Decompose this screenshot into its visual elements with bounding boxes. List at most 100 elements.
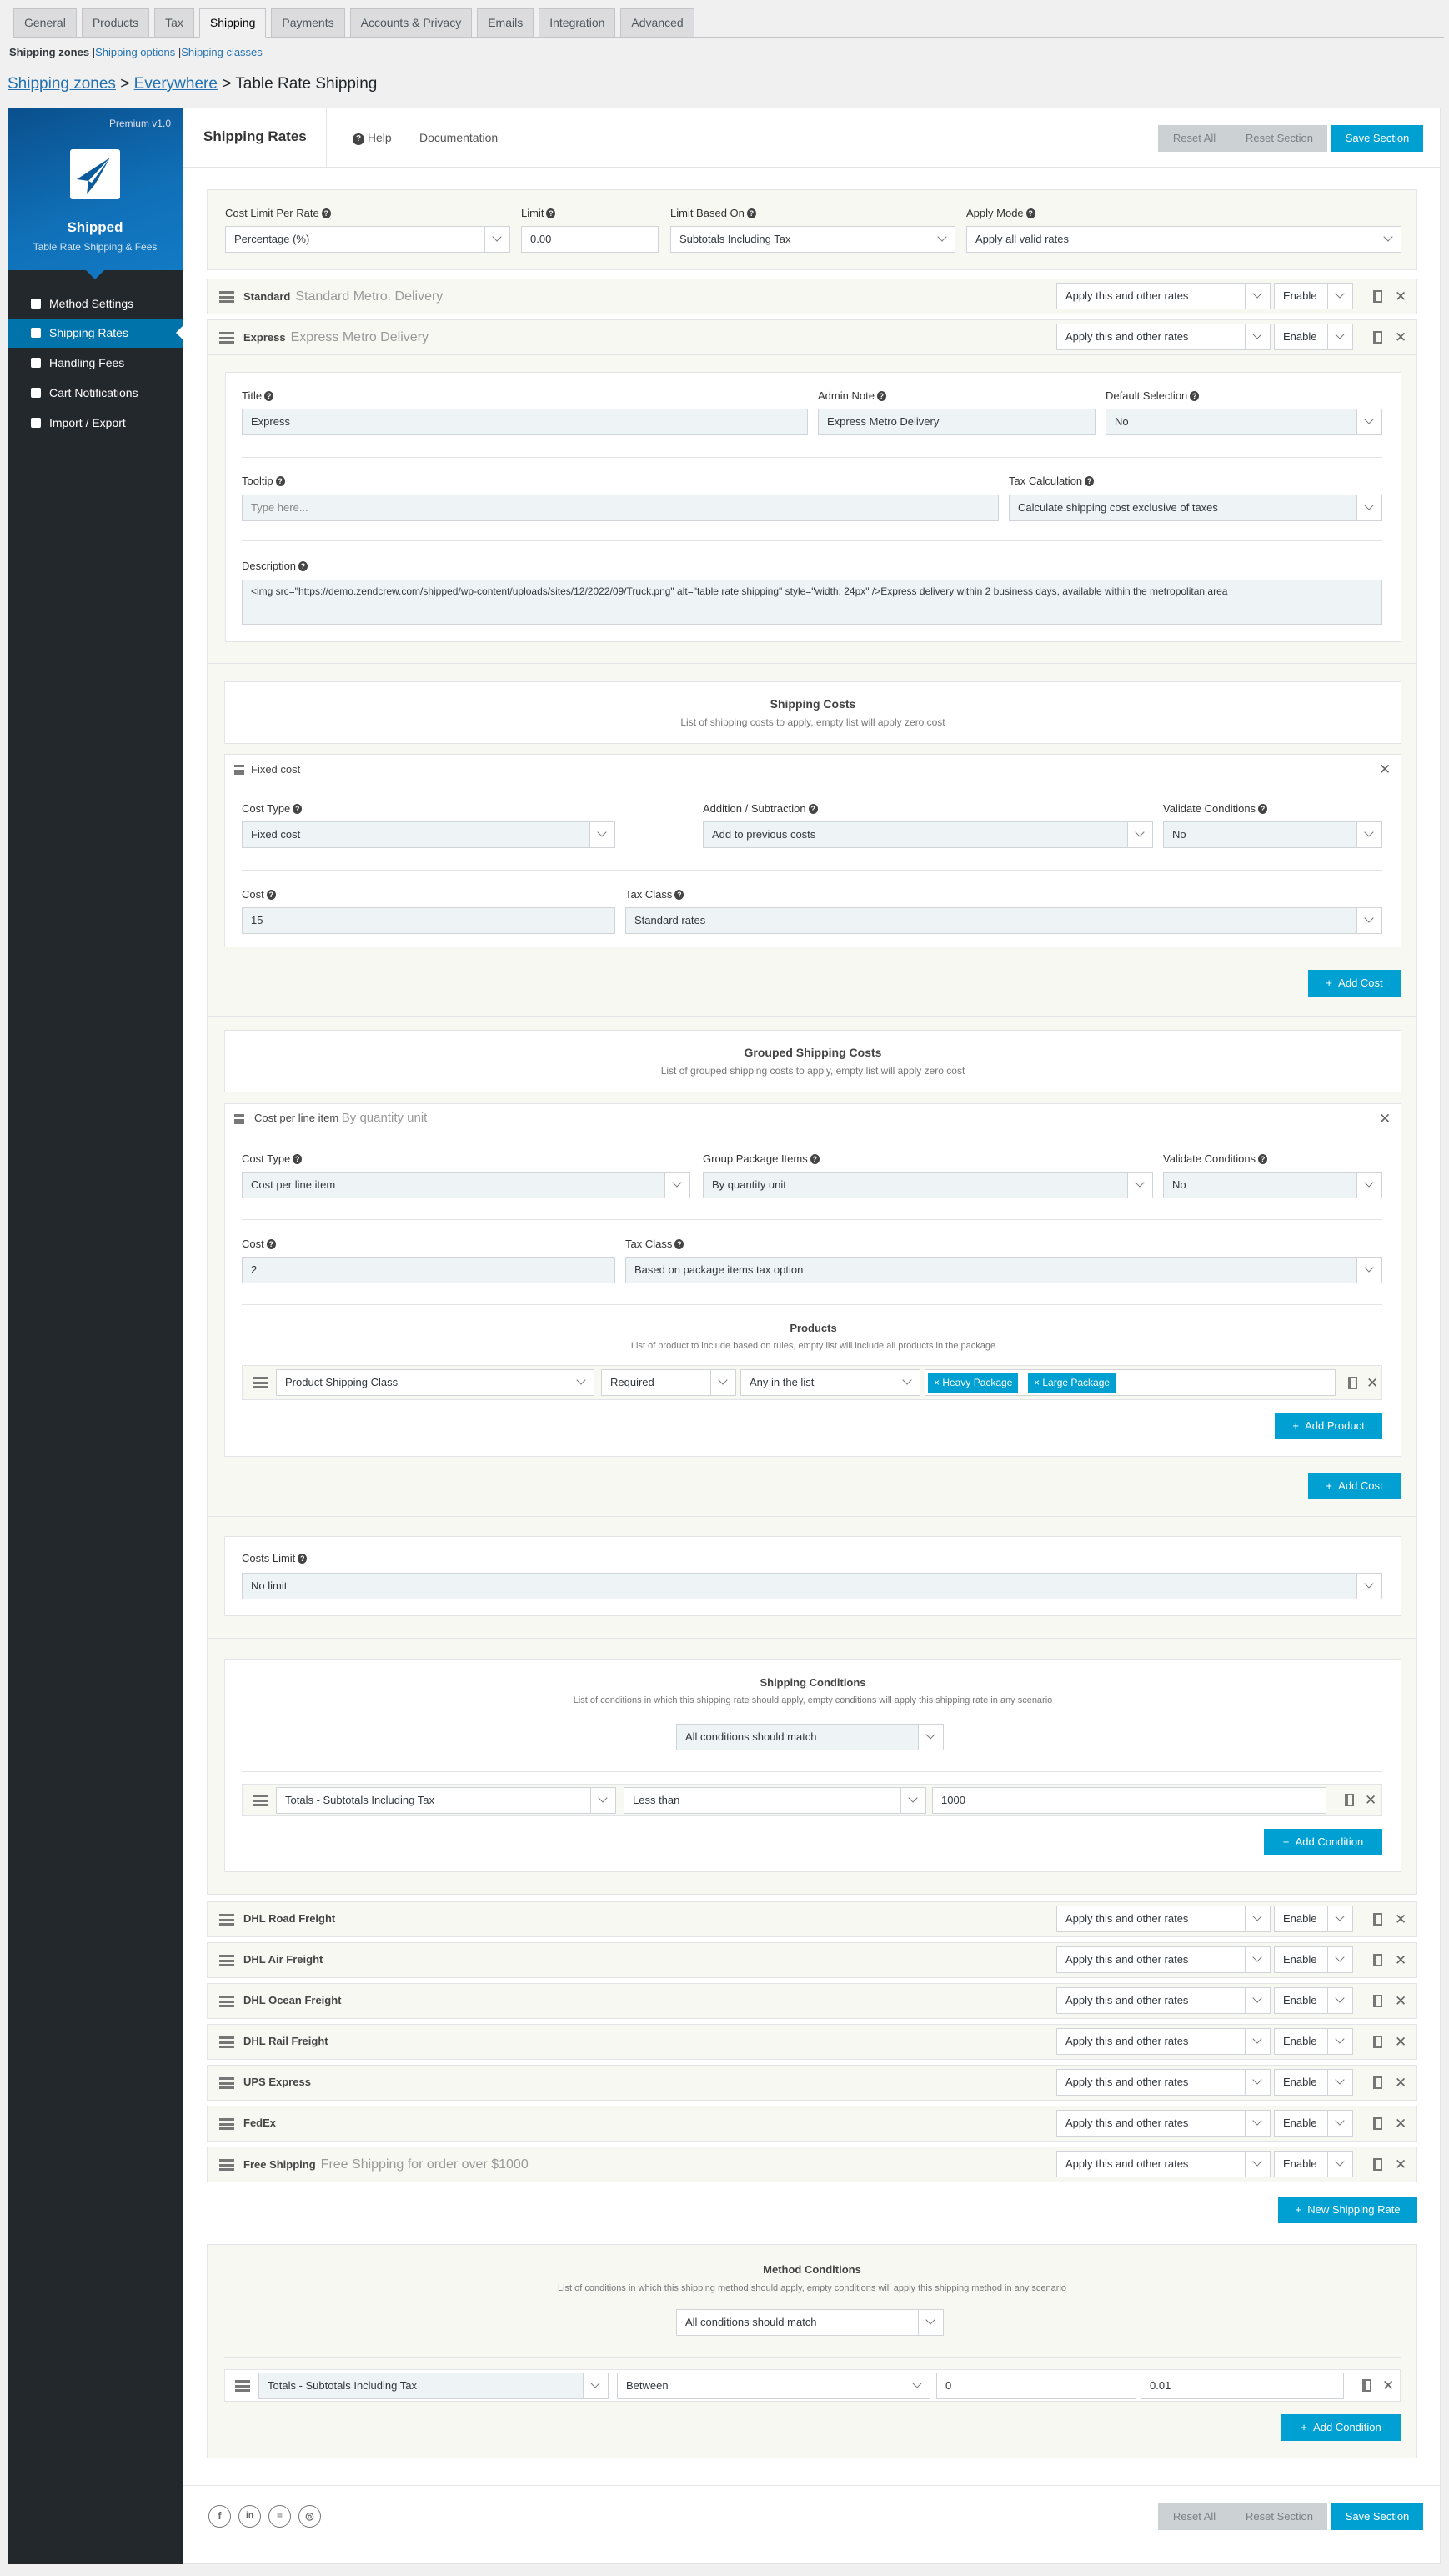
rate-apply-select[interactable]: Apply this and other rates xyxy=(1056,1987,1271,2014)
rate-apply-select[interactable]: Apply this and other rates xyxy=(1056,1946,1271,1973)
reset-section-button[interactable]: Reset Section xyxy=(1231,125,1327,152)
save-section-button-footer[interactable]: Save Section xyxy=(1331,2503,1423,2530)
drag-handle-icon[interactable] xyxy=(253,1795,268,1806)
product-tags-input[interactable]: × Heavy Package × Large Package xyxy=(925,1369,1336,1396)
subnav-current[interactable]: Shipping zones xyxy=(9,46,89,58)
rate-status-select[interactable]: Enable xyxy=(1274,283,1353,309)
subnav-shipping-classes[interactable]: Shipping classes xyxy=(181,46,263,58)
tag-large-package[interactable]: × Large Package xyxy=(1028,1373,1116,1393)
add-product-button[interactable]: + Add Product xyxy=(1275,1413,1382,1439)
drag-handle-icon[interactable] xyxy=(219,2159,234,2171)
cost-input[interactable]: 15 xyxy=(242,907,615,934)
rate-row-fedex[interactable]: FedEx Apply this and other rates Enable … xyxy=(207,2106,1417,2142)
add-cost-button[interactable]: + Add Cost xyxy=(1308,970,1401,997)
rate-apply-select[interactable]: Apply this and other rates xyxy=(1056,2110,1271,2137)
tab-payments[interactable]: Payments xyxy=(271,8,345,38)
rate-status-select[interactable]: Enable xyxy=(1274,2069,1353,2096)
drag-handle-icon[interactable] xyxy=(234,765,244,775)
save-section-button[interactable]: Save Section xyxy=(1331,125,1423,152)
apply-mode-select[interactable]: Apply all valid rates xyxy=(966,226,1401,253)
breadcrumb-shipping-zones[interactable]: Shipping zones xyxy=(8,75,116,93)
costs-limit-select[interactable]: No limit xyxy=(242,1573,1382,1599)
rate-status-select[interactable]: Enable xyxy=(1274,1906,1353,1932)
sidebar-item-shipping-rates[interactable]: Shipping Rates xyxy=(8,319,183,348)
close-icon[interactable]: ✕ xyxy=(1395,1994,1406,2008)
rate-row-dhl-air[interactable]: DHL Air Freight Apply this and other rat… xyxy=(207,1942,1417,1978)
close-icon[interactable]: ✕ xyxy=(1366,1376,1378,1390)
method-condition-min-input[interactable]: 0 xyxy=(936,2373,1136,2399)
copy-icon[interactable] xyxy=(1373,1954,1382,1966)
validate-conditions-select[interactable]: No xyxy=(1163,1172,1382,1198)
cost-limit-select[interactable]: Percentage (%) xyxy=(225,226,510,253)
copy-icon[interactable] xyxy=(1373,290,1382,303)
drag-handle-icon[interactable] xyxy=(253,1377,268,1388)
close-icon[interactable]: ✕ xyxy=(1395,330,1406,344)
reset-all-button[interactable]: Reset All xyxy=(1158,125,1231,152)
rate-status-select[interactable]: Enable xyxy=(1274,1987,1353,2014)
sidebar-item-import-export[interactable]: Import / Export xyxy=(8,409,183,438)
rate-row-dhl-road[interactable]: DHL Road Freight Apply this and other ra… xyxy=(207,1901,1417,1937)
help-link[interactable]: ? Help xyxy=(350,131,392,145)
rate-apply-select[interactable]: Apply this and other rates xyxy=(1056,2028,1271,2055)
tax-calculation-select[interactable]: Calculate shipping cost exclusive of tax… xyxy=(1009,495,1382,521)
admin-note-input[interactable]: Express Metro Delivery xyxy=(818,409,1096,435)
close-icon[interactable]: ✕ xyxy=(1379,1112,1391,1126)
rate-row-ups-express[interactable]: UPS Express Apply this and other rates E… xyxy=(207,2065,1417,2101)
rate-row-dhl-rail[interactable]: DHL Rail Freight Apply this and other ra… xyxy=(207,2024,1417,2060)
condition-operator-select[interactable]: Less than xyxy=(624,1787,926,1814)
linkedin-icon[interactable]: in xyxy=(238,2505,261,2528)
copy-icon[interactable] xyxy=(1373,1913,1382,1926)
rate-apply-select[interactable]: Apply this and other rates xyxy=(1056,324,1271,350)
rate-status-select[interactable]: Enable xyxy=(1274,2151,1353,2177)
close-icon[interactable]: ✕ xyxy=(1395,2157,1406,2172)
conditions-match-select[interactable]: All conditions should match xyxy=(676,1724,944,1750)
drag-handle-icon[interactable] xyxy=(234,1114,244,1124)
close-icon[interactable]: ✕ xyxy=(1395,1953,1406,1967)
tab-advanced[interactable]: Advanced xyxy=(620,8,694,38)
sidebar-item-handling-fees[interactable]: Handling Fees xyxy=(8,349,183,378)
drag-handle-icon[interactable] xyxy=(219,1955,234,1966)
drag-handle-icon[interactable] xyxy=(219,1996,234,2007)
copy-icon[interactable] xyxy=(1345,1794,1354,1806)
tax-class-select[interactable]: Based on package items tax option xyxy=(625,1257,1382,1283)
close-icon[interactable]: ✕ xyxy=(1395,2035,1406,2049)
reset-section-button-footer[interactable]: Reset Section xyxy=(1231,2503,1327,2530)
drag-handle-icon[interactable] xyxy=(219,332,234,344)
copy-icon[interactable] xyxy=(1373,2158,1382,2171)
tag-heavy-package[interactable]: × Heavy Package xyxy=(928,1373,1019,1393)
title-input[interactable]: Express xyxy=(242,409,808,435)
tab-tax[interactable]: Tax xyxy=(154,8,194,38)
rate-status-select[interactable]: Enable xyxy=(1274,324,1353,350)
tab-accounts-privacy[interactable]: Accounts & Privacy xyxy=(349,8,473,38)
drag-handle-icon[interactable] xyxy=(219,1914,234,1926)
close-icon[interactable]: ✕ xyxy=(1395,289,1406,304)
close-icon[interactable]: ✕ xyxy=(1395,2076,1406,2090)
method-condition-max-input[interactable]: 0.01 xyxy=(1141,2373,1344,2399)
subnav-shipping-options[interactable]: Shipping options xyxy=(95,46,175,58)
copy-icon[interactable] xyxy=(1373,2117,1382,2130)
method-condition-operator-select[interactable]: Between xyxy=(617,2373,930,2399)
default-selection-select[interactable]: No xyxy=(1106,409,1382,435)
condition-value-input[interactable]: 1000 xyxy=(932,1787,1326,1814)
product-required-select[interactable]: Required xyxy=(601,1369,736,1396)
drag-handle-icon[interactable] xyxy=(219,2118,234,2130)
breadcrumb-everywhere[interactable]: Everywhere xyxy=(134,75,218,93)
tax-class-select[interactable]: Standard rates xyxy=(625,907,1382,934)
condition-field-select[interactable]: Totals - Subtotals Including Tax xyxy=(276,1787,616,1814)
add-method-condition-button[interactable]: + Add Condition xyxy=(1281,2414,1401,2441)
tab-shipping[interactable]: Shipping xyxy=(198,8,267,38)
rate-apply-select[interactable]: Apply this and other rates xyxy=(1056,283,1271,309)
rate-apply-select[interactable]: Apply this and other rates xyxy=(1056,1906,1271,1932)
copy-icon[interactable] xyxy=(1373,2076,1382,2089)
limit-input[interactable]: 0.00 xyxy=(521,226,659,253)
close-icon[interactable]: ✕ xyxy=(1395,2117,1406,2131)
product-match-select[interactable]: Any in the list xyxy=(740,1369,920,1396)
limit-based-select[interactable]: Subtotals Including Tax xyxy=(670,226,955,253)
reset-all-button-footer[interactable]: Reset All xyxy=(1158,2503,1231,2530)
tab-general[interactable]: General xyxy=(13,8,77,38)
cost-type-select[interactable]: Fixed cost xyxy=(242,821,615,848)
product-rule-select[interactable]: Product Shipping Class xyxy=(276,1369,594,1396)
tab-emails[interactable]: Emails xyxy=(477,8,534,38)
stackoverflow-icon[interactable]: ≡ xyxy=(268,2505,291,2528)
validate-conditions-select[interactable]: No xyxy=(1163,821,1382,848)
